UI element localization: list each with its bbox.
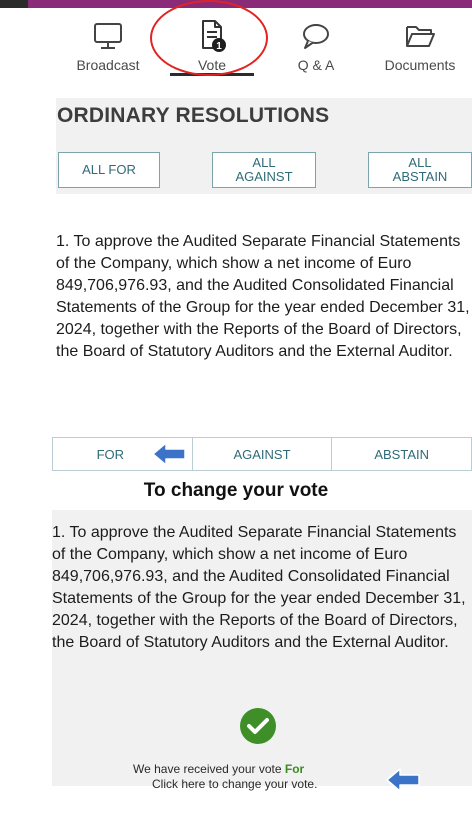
tab-label: Q & A <box>297 57 335 73</box>
tab-qa[interactable]: Q & A <box>264 8 368 76</box>
top-bar-left <box>0 0 28 8</box>
check-circle-icon <box>240 708 276 744</box>
monitor-icon <box>88 16 128 56</box>
tab-label: Documents <box>384 57 456 73</box>
vote-receipt-text: We have received your vote For <box>133 762 304 777</box>
ordinary-resolutions-panel: ORDINARY RESOLUTIONS ALL FOR ALL AGAINST… <box>56 98 472 194</box>
vote-abstain-label: ABSTAIN <box>374 446 430 462</box>
receipt-vote-value: For <box>284 762 305 776</box>
vote-options-row: FOR AGAINST ABSTAIN <box>52 437 472 471</box>
top-bar <box>0 0 472 8</box>
document-icon: 1 <box>192 16 232 56</box>
tab-label: Vote <box>197 57 227 73</box>
all-for-button[interactable]: ALL FOR <box>58 152 160 188</box>
resolution-text-confirmed: 1. To approve the Audited Separate Finan… <box>52 524 466 651</box>
vote-badge: 1 <box>216 41 222 52</box>
resolution-text: 1. To approve the Audited Separate Finan… <box>56 233 470 360</box>
section-title: ORDINARY RESOLUTIONS <box>57 104 330 127</box>
arrow-left-icon <box>386 768 420 792</box>
change-vote-heading: To change your vote <box>143 480 329 501</box>
all-against-button[interactable]: ALL AGAINST <box>212 152 316 188</box>
receipt-prefix: We have received your vote <box>133 762 282 776</box>
tab-vote[interactable]: 1 Vote <box>160 8 264 76</box>
change-vote-link[interactable]: Click here to change your vote. <box>152 777 317 791</box>
tab-broadcast[interactable]: Broadcast <box>56 8 160 76</box>
speech-bubble-icon <box>296 16 336 56</box>
vote-against-label: AGAINST <box>233 446 291 462</box>
arrow-left-icon <box>152 442 186 466</box>
tab-documents[interactable]: Documents <box>368 8 472 76</box>
folder-icon <box>400 16 440 56</box>
vote-for-label: FOR <box>96 446 125 462</box>
all-abstain-button[interactable]: ALL ABSTAIN <box>368 152 472 188</box>
tab-label: Broadcast <box>76 57 140 73</box>
nav-tabs: Broadcast 1 Vote Q & A Documents <box>56 8 472 76</box>
vote-against-button[interactable]: AGAINST <box>193 438 333 470</box>
vote-abstain-button[interactable]: ABSTAIN <box>332 438 471 470</box>
